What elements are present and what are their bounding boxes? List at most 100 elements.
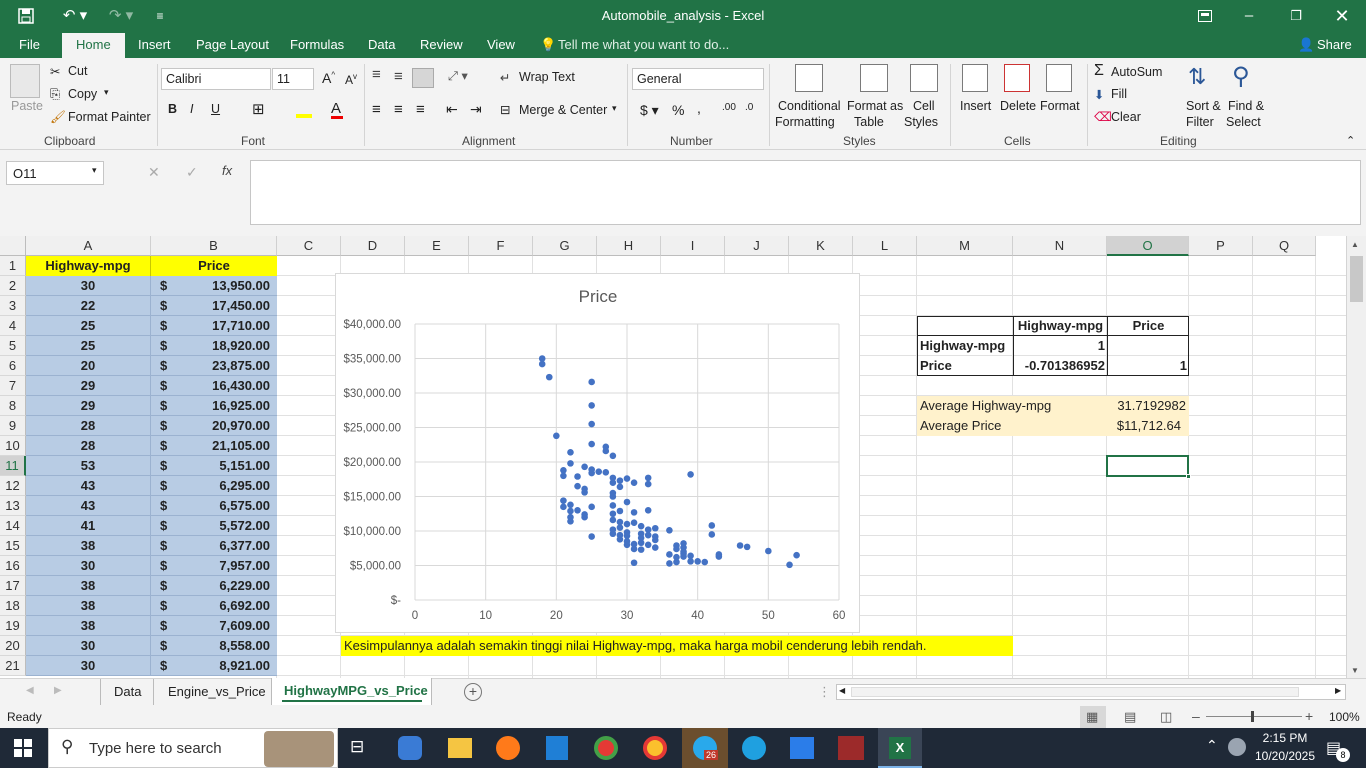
cell-price[interactable]: $6,377.00 xyxy=(151,536,277,556)
autosum-icon[interactable]: Σ xyxy=(1094,62,1104,80)
row-header-14[interactable]: 14 xyxy=(0,516,26,536)
cell-styles-label2[interactable]: Styles xyxy=(904,115,938,129)
wrap-text-button[interactable]: Wrap Text xyxy=(519,70,575,84)
borders-icon[interactable]: ⊞ xyxy=(252,100,265,118)
sheet-tab-data[interactable]: Data xyxy=(100,679,154,705)
wrap-text-icon[interactable]: ↵ xyxy=(500,70,510,85)
row-header-8[interactable]: 8 xyxy=(0,396,26,416)
grow-font-icon[interactable]: A^ xyxy=(322,70,335,86)
tell-me-box[interactable]: Tell me what you want to do... xyxy=(558,37,729,52)
column-header-h[interactable]: H xyxy=(597,236,661,256)
delete-cells-button[interactable]: Delete xyxy=(1000,99,1036,113)
cell-price[interactable]: $6,229.00 xyxy=(151,576,277,596)
header-price[interactable]: Price xyxy=(151,256,277,276)
autosum-button[interactable]: AutoSum xyxy=(1111,65,1162,79)
align-middle-icon[interactable]: ≡ xyxy=(394,68,403,85)
column-header-d[interactable]: D xyxy=(341,236,405,256)
cell-highway-mpg[interactable]: 38 xyxy=(26,536,151,556)
chevron-down-icon[interactable]: ▾ xyxy=(104,87,109,98)
increase-indent-icon[interactable]: ⇥ xyxy=(470,101,482,118)
cell-highway-mpg[interactable]: 28 xyxy=(26,416,151,436)
winrar-icon[interactable] xyxy=(838,736,864,760)
search-icon[interactable]: ⚲ xyxy=(1232,62,1250,91)
orientation-icon[interactable]: ⤢ ▾ xyxy=(448,68,468,84)
column-header-o[interactable]: O xyxy=(1107,236,1189,256)
tab-insert[interactable]: Insert xyxy=(138,37,171,52)
copy-button[interactable]: Copy xyxy=(68,87,97,101)
scroll-right-icon[interactable]: ▶ xyxy=(1335,686,1341,695)
tab-review[interactable]: Review xyxy=(420,37,463,52)
share-button[interactable]: Share xyxy=(1317,37,1352,52)
undo-icon[interactable]: ↶ ▾ xyxy=(58,4,92,28)
cell-price[interactable]: $21,105.00 xyxy=(151,436,277,456)
format-cells-button[interactable]: Format xyxy=(1040,99,1080,113)
bold-icon[interactable]: B xyxy=(168,102,177,116)
tab-view[interactable]: View xyxy=(487,37,515,52)
copy-icon[interactable]: ⎘ xyxy=(50,87,60,102)
row-header-9[interactable]: 9 xyxy=(0,416,26,436)
corr-col-header-price[interactable]: Price xyxy=(1108,316,1189,336)
chrome-icon[interactable] xyxy=(643,736,667,760)
tab-file[interactable]: File xyxy=(19,37,40,52)
telegram-taskbar-item[interactable]: 26 xyxy=(682,728,728,768)
row-header-11[interactable]: 11 xyxy=(0,456,26,476)
currency-icon[interactable]: $ ▾ xyxy=(640,102,659,119)
tab-formulas[interactable]: Formulas xyxy=(290,37,344,52)
fill-handle[interactable] xyxy=(1186,474,1191,479)
cell-price[interactable]: $5,151.00 xyxy=(151,456,277,476)
corr-price-price[interactable]: 1 xyxy=(1108,356,1187,376)
align-top-icon[interactable]: ≡ xyxy=(372,66,381,83)
cell-price[interactable]: $18,920.00 xyxy=(151,336,277,356)
cell-price[interactable]: $7,609.00 xyxy=(151,616,277,636)
confirm-entry-icon[interactable]: ✓ xyxy=(186,164,198,181)
page-break-view-icon[interactable]: ◫ xyxy=(1160,709,1172,725)
row-header-12[interactable]: 12 xyxy=(0,476,26,496)
cell-highway-mpg[interactable]: 30 xyxy=(26,276,151,296)
corr-mpg-mpg[interactable]: 1 xyxy=(1014,336,1105,356)
cell-price[interactable]: $8,921.00 xyxy=(151,656,277,676)
scroll-down-icon[interactable]: ▼ xyxy=(1351,666,1359,675)
find-select-label2[interactable]: Select xyxy=(1226,115,1261,129)
row-header-19[interactable]: 19 xyxy=(0,616,26,636)
cell-highway-mpg[interactable]: 29 xyxy=(26,376,151,396)
column-header-k[interactable]: K xyxy=(789,236,853,256)
column-header-i[interactable]: I xyxy=(661,236,725,256)
cut-icon[interactable]: ✂ xyxy=(50,64,60,79)
cell-styles-icon[interactable] xyxy=(910,64,938,92)
chevron-up-icon[interactable]: ⌃ xyxy=(1206,737,1218,754)
align-left-icon[interactable]: ≡ xyxy=(372,101,381,118)
cell-styles-button[interactable]: Cell xyxy=(913,99,935,113)
column-header-g[interactable]: G xyxy=(533,236,597,256)
cell-highway-mpg[interactable]: 43 xyxy=(26,496,151,516)
column-header-f[interactable]: F xyxy=(469,236,533,256)
row-header-16[interactable]: 16 xyxy=(0,556,26,576)
ribbon-display-icon[interactable] xyxy=(1194,4,1216,28)
add-sheet-icon[interactable]: + xyxy=(464,683,482,701)
row-header-18[interactable]: 18 xyxy=(0,596,26,616)
zoom-slider[interactable] xyxy=(1206,716,1302,717)
cell-price[interactable]: $8,558.00 xyxy=(151,636,277,656)
merge-center-button[interactable]: Merge & Center xyxy=(519,103,607,117)
zoom-slider-thumb[interactable] xyxy=(1251,711,1254,722)
row-header-5[interactable]: 5 xyxy=(0,336,26,356)
cell-price[interactable]: $17,710.00 xyxy=(151,316,277,336)
align-bottom-icon[interactable] xyxy=(412,68,434,88)
tab-home[interactable]: Home xyxy=(62,33,125,58)
font-color-icon[interactable]: A xyxy=(331,100,343,119)
cell-price[interactable]: $20,970.00 xyxy=(151,416,277,436)
task-view-icon[interactable]: ⊟ xyxy=(350,737,364,757)
prev-sheet-icon[interactable]: ◀ xyxy=(26,685,34,696)
cell-price[interactable]: $6,692.00 xyxy=(151,596,277,616)
collapse-ribbon-icon[interactable]: ⌃ xyxy=(1346,134,1355,147)
firefox-icon[interactable] xyxy=(496,736,520,760)
percent-icon[interactable]: % xyxy=(672,102,684,118)
name-box[interactable]: O11 xyxy=(6,161,104,185)
column-header-l[interactable]: L xyxy=(853,236,917,256)
insert-function-icon[interactable]: fx xyxy=(222,163,232,178)
corr-row-label-price[interactable]: Price xyxy=(920,356,1013,376)
cancel-entry-icon[interactable]: ✕ xyxy=(148,164,160,181)
row-header-1[interactable]: 1 xyxy=(0,256,26,276)
delete-cells-icon[interactable] xyxy=(1004,64,1030,92)
cell-price[interactable]: $13,950.00 xyxy=(151,276,277,296)
cell-highway-mpg[interactable]: 30 xyxy=(26,656,151,676)
